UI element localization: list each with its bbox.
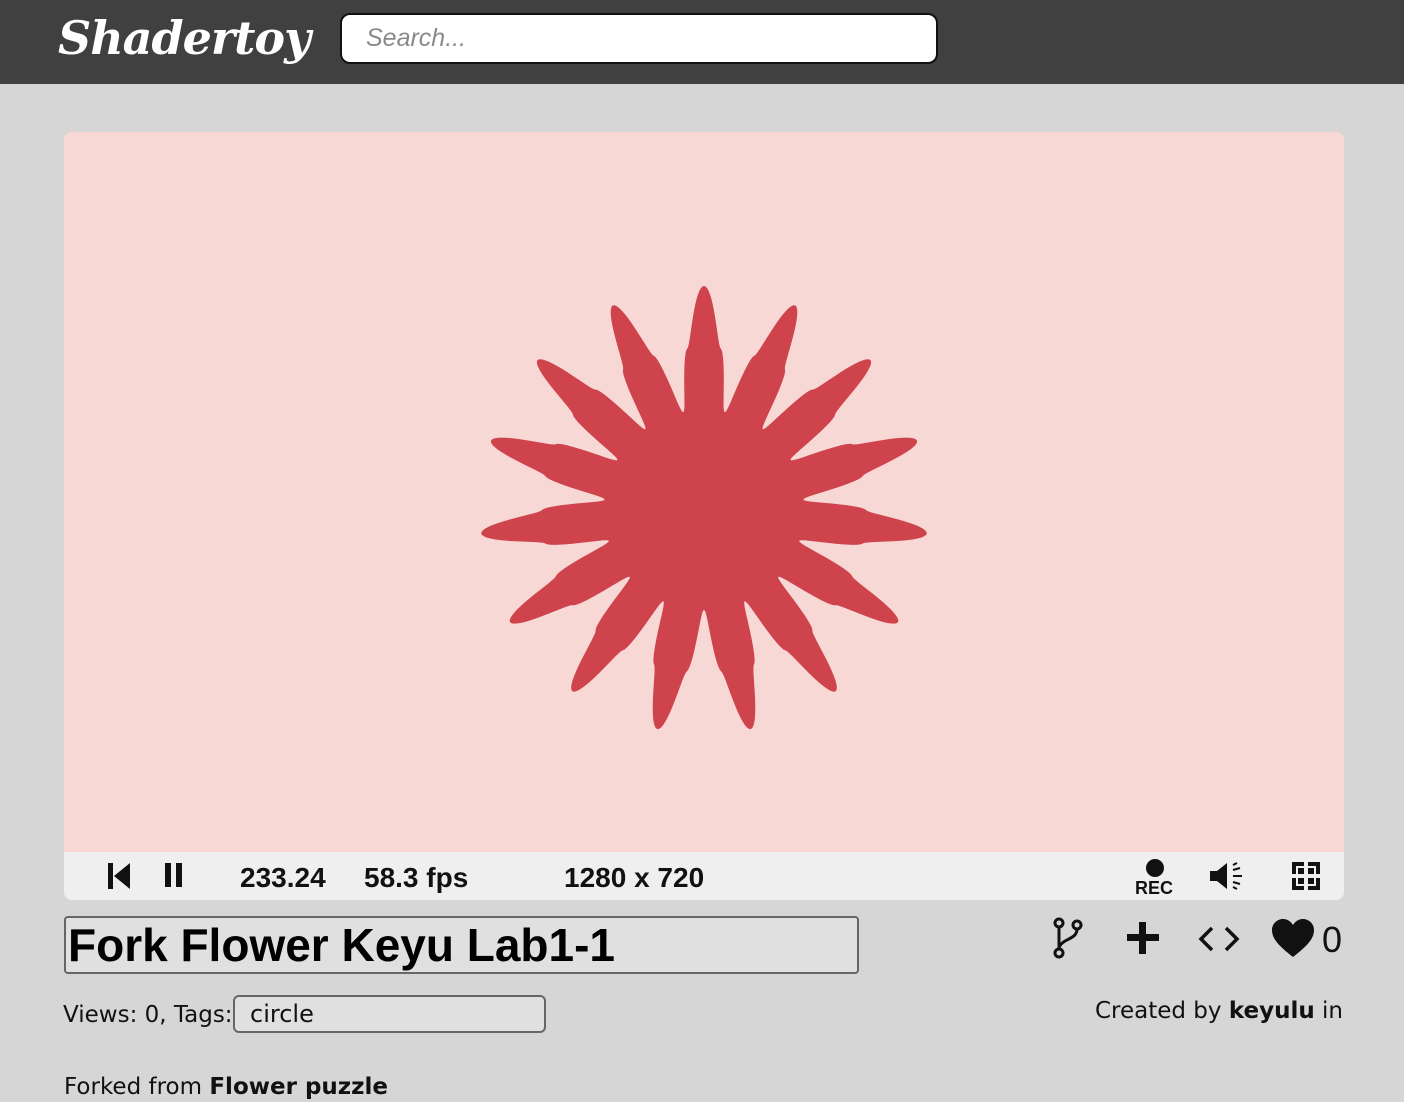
shader-title-field[interactable]: Fork Flower Keyu Lab1-1 bbox=[64, 916, 859, 974]
time-display: 233.24 bbox=[240, 862, 326, 893]
top-bar: Shadertoy bbox=[0, 0, 1404, 84]
views-tags-label: Views: 0, Tags: bbox=[63, 1002, 233, 1028]
plus-icon[interactable] bbox=[1124, 916, 1162, 962]
pause-icon[interactable] bbox=[162, 860, 186, 892]
code-icon[interactable] bbox=[1196, 916, 1242, 962]
player-controls: 233.24 58.3 fps 1280 x 720 REC bbox=[64, 852, 1344, 900]
forked-from-prefix: Forked from bbox=[64, 1074, 203, 1100]
volume-icon[interactable] bbox=[1208, 860, 1248, 892]
author-link[interactable]: keyulu bbox=[1229, 998, 1315, 1024]
shader-canvas[interactable] bbox=[64, 132, 1344, 852]
like-count: 0 bbox=[1322, 919, 1343, 960]
skip-back-icon[interactable] bbox=[106, 860, 132, 892]
tags-field[interactable]: circle bbox=[233, 995, 546, 1033]
forked-from-link[interactable]: Flower puzzle bbox=[209, 1074, 388, 1100]
flower-render bbox=[481, 286, 927, 730]
flower-shape bbox=[481, 286, 927, 730]
fps-display: 58.3 fps bbox=[364, 862, 469, 893]
created-by: Created by keyulu in bbox=[1095, 996, 1343, 1026]
resolution-display: 1280 x 720 bbox=[564, 862, 705, 893]
record-icon[interactable]: REC bbox=[1132, 856, 1176, 898]
fork-icon[interactable] bbox=[1050, 916, 1086, 962]
site-logo[interactable]: Shadertoy bbox=[58, 8, 311, 68]
created-in-suffix: in bbox=[1322, 998, 1343, 1024]
rec-label: REC bbox=[1135, 878, 1174, 898]
search-input[interactable] bbox=[340, 13, 938, 64]
fullscreen-icon[interactable] bbox=[1290, 860, 1322, 892]
heart-icon[interactable] bbox=[1270, 916, 1316, 962]
forked-from-line: Forked from Flower puzzle bbox=[64, 1072, 388, 1102]
created-by-prefix: Created by bbox=[1094, 998, 1222, 1024]
shader-player: 233.24 58.3 fps 1280 x 720 REC bbox=[64, 132, 1344, 900]
